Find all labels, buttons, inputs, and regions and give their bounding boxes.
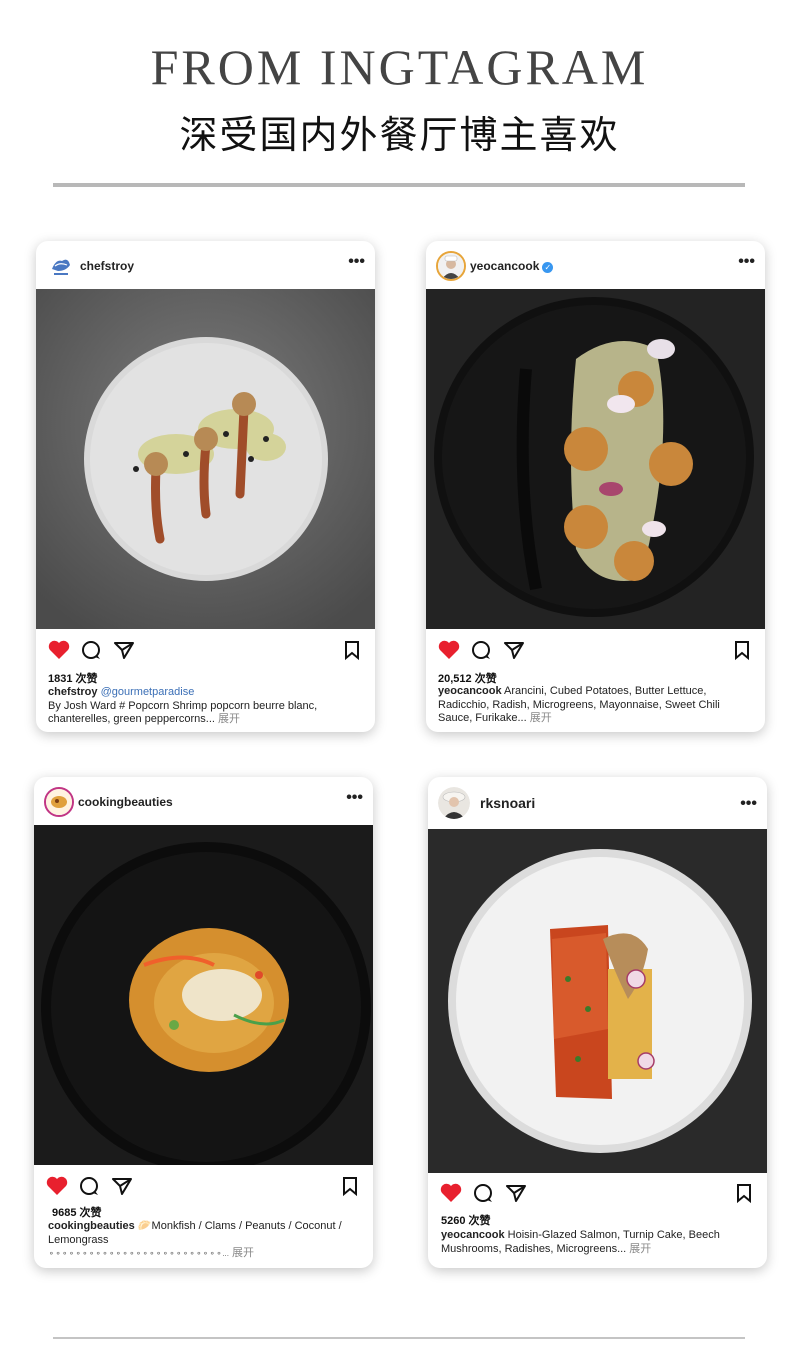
bookmark-icon[interactable] — [731, 1180, 757, 1206]
like-heart-icon[interactable] — [46, 637, 72, 663]
post-card-rksnoari: rksnoari ••• 5260 次赞 yeocancook Hoisin-G… — [428, 777, 767, 1268]
post-username[interactable]: cookingbeauties — [78, 795, 173, 809]
post-actions — [36, 637, 375, 667]
comment-icon[interactable] — [470, 1180, 496, 1206]
comment-icon[interactable] — [468, 637, 494, 663]
post-photo — [426, 289, 765, 629]
post-header: chefstroy ••• — [36, 241, 375, 289]
post-photo — [34, 825, 373, 1165]
like-heart-icon[interactable] — [436, 637, 462, 663]
more-options-icon[interactable]: ••• — [346, 789, 363, 807]
post-caption: yeocancook Hoisin-Glazed Salmon, Turnip … — [441, 1229, 759, 1256]
like-count: 20,512 次赞 — [438, 673, 497, 685]
verified-badge-icon: ✓ — [542, 262, 554, 273]
bookmark-icon[interactable] — [337, 1173, 363, 1199]
expand-link[interactable]: 展开 — [530, 712, 552, 724]
caption-username[interactable]: cookingbeauties — [48, 1220, 135, 1232]
post-card-yeocancook: yeocancook ✓ ••• 20,512 次赞 yeocancook Ar… — [426, 241, 765, 732]
post-caption: cookingbeauties 🥟Monkfish / Clams / Pean… — [48, 1220, 348, 1261]
post-username[interactable]: yeocancook ✓ — [470, 259, 554, 273]
share-icon[interactable] — [503, 1180, 529, 1206]
more-options-icon[interactable]: ••• — [740, 795, 757, 813]
post-photo — [428, 829, 767, 1173]
post-header: cookingbeauties ••• — [34, 777, 373, 825]
chefstroy-logo-icon[interactable] — [46, 251, 76, 281]
caption-mention[interactable]: @gourmetparadise — [101, 686, 195, 698]
caption-username[interactable]: yeocancook — [438, 685, 502, 697]
post-username[interactable]: chefstroy — [80, 259, 134, 273]
person-avatar-icon[interactable] — [438, 787, 470, 819]
like-count: 9685 次赞 — [52, 1207, 102, 1219]
post-caption: chefstroy @gourmetparadise By Josh Ward … — [48, 686, 366, 727]
caption-username[interactable]: chefstroy — [48, 686, 98, 698]
page-subtitle: 深受国内外餐厅博主喜欢 — [179, 113, 620, 157]
expand-link[interactable]: 展开 — [232, 1247, 254, 1259]
post-photo — [36, 289, 375, 629]
share-icon[interactable] — [111, 637, 137, 663]
more-options-icon[interactable]: ••• — [738, 253, 755, 271]
bookmark-icon[interactable] — [729, 637, 755, 663]
like-heart-icon[interactable] — [44, 1173, 70, 1199]
post-caption: yeocancook Arancini, Cubed Potatoes, But… — [438, 685, 756, 726]
bottom-divider — [53, 1337, 745, 1339]
post-card-chefstroy: chefstroy ••• 1831 次赞 chefstroy @gourmet… — [36, 241, 375, 732]
share-icon[interactable] — [109, 1173, 135, 1199]
food-avatar-icon[interactable] — [44, 787, 74, 817]
post-actions — [34, 1173, 373, 1203]
top-divider — [53, 183, 745, 187]
comment-icon[interactable] — [78, 637, 104, 663]
post-username[interactable]: rksnoari — [480, 795, 535, 811]
caption-username[interactable]: yeocancook — [441, 1229, 505, 1241]
caption-text: By Josh Ward # Popcorn Shrimp popcorn be… — [48, 699, 318, 726]
username-text[interactable]: yeocancook — [470, 259, 539, 273]
post-actions — [426, 637, 765, 667]
chef-avatar-icon[interactable] — [436, 251, 466, 281]
post-actions — [428, 1180, 767, 1210]
more-options-icon[interactable]: ••• — [348, 253, 365, 271]
like-count: 1831 次赞 — [48, 673, 98, 685]
expand-link[interactable]: 展开 — [629, 1243, 651, 1255]
post-header: yeocancook ✓ ••• — [426, 241, 765, 289]
share-icon[interactable] — [501, 637, 527, 663]
caption-emoji-line: ⚬⚬⚬⚬⚬⚬⚬⚬⚬⚬⚬⚬⚬⚬⚬⚬⚬⚬⚬⚬⚬⚬⚬⚬⚬⚬... — [48, 1249, 229, 1258]
page-title: FROM INGTAGRAM — [150, 39, 649, 95]
expand-link[interactable]: 展开 — [218, 713, 240, 725]
post-header: rksnoari ••• — [428, 777, 767, 829]
comment-icon[interactable] — [76, 1173, 102, 1199]
like-heart-icon[interactable] — [438, 1180, 464, 1206]
like-count: 5260 次赞 — [441, 1215, 491, 1227]
bookmark-icon[interactable] — [339, 637, 365, 663]
post-card-cookingbeauties: cookingbeauties ••• 9685 次赞 cookingbeaut… — [34, 777, 373, 1268]
